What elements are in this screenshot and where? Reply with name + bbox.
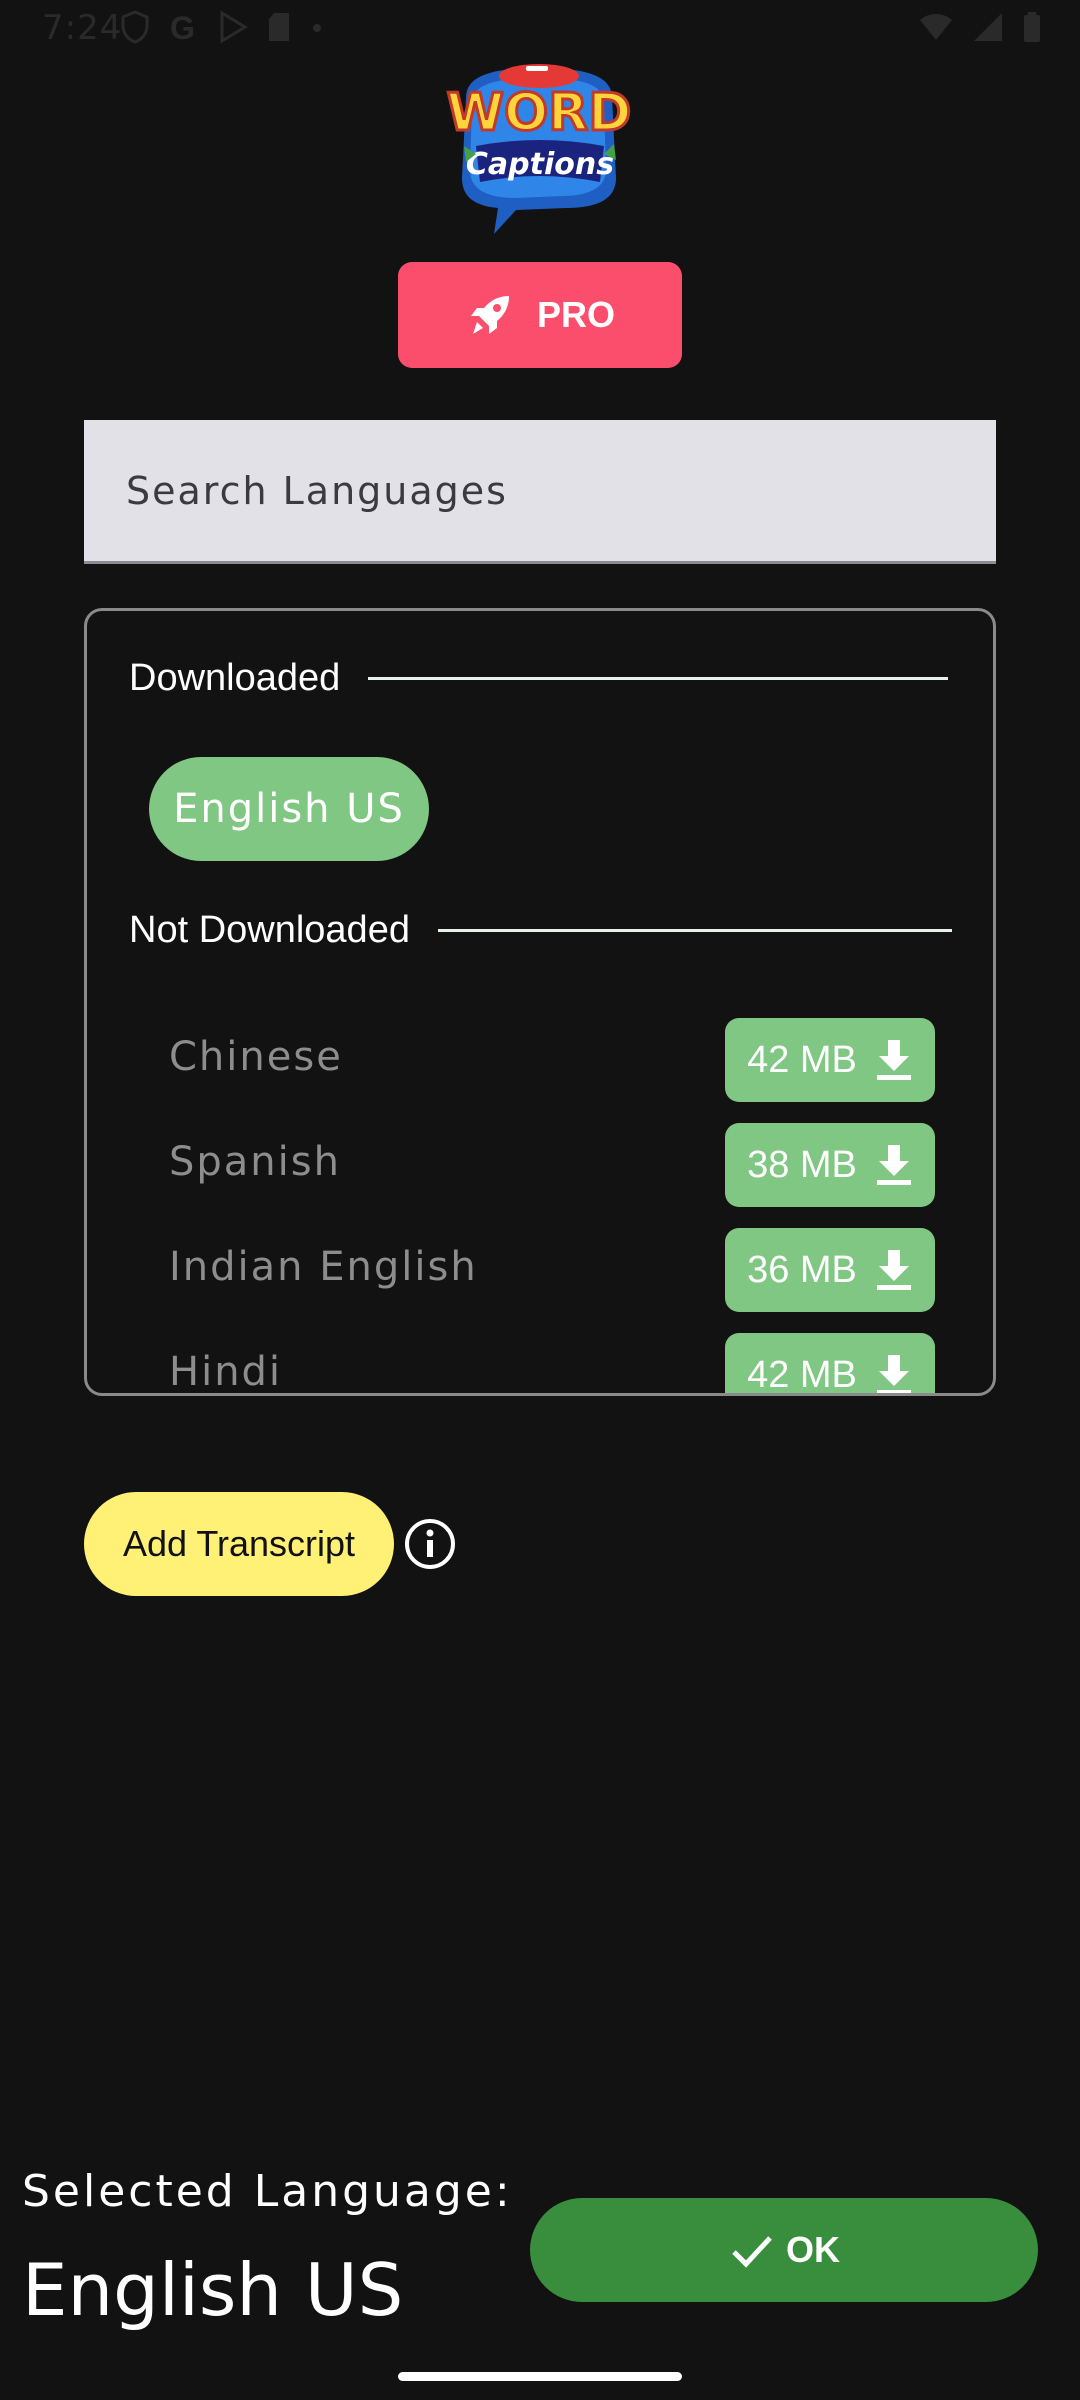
language-row-indian-english[interactable]: Indian English 36 MB bbox=[87, 1228, 993, 1312]
status-right-icons bbox=[918, 10, 1042, 44]
download-icon bbox=[876, 1250, 911, 1290]
not-downloaded-section-header: Not Downloaded bbox=[129, 909, 952, 952]
rocket-icon bbox=[470, 296, 509, 334]
download-button-spanish[interactable]: 38 MB bbox=[725, 1123, 935, 1207]
signal-icon bbox=[974, 13, 1002, 41]
check-icon bbox=[732, 2236, 772, 2268]
shield-icon bbox=[121, 10, 149, 44]
info-icon[interactable] bbox=[404, 1518, 456, 1570]
svg-text:Captions: Captions bbox=[466, 147, 614, 182]
download-size: 42 MB bbox=[747, 1038, 857, 1081]
language-name: Hindi bbox=[169, 1349, 283, 1395]
language-row-hindi[interactable]: Hindi 42 MB bbox=[87, 1333, 993, 1396]
not-downloaded-heading: Not Downloaded bbox=[129, 909, 410, 951]
language-row-chinese[interactable]: Chinese 42 MB bbox=[87, 1018, 993, 1102]
download-size: 36 MB bbox=[747, 1248, 857, 1291]
battery-icon bbox=[1024, 12, 1040, 42]
word-captions-logo: WORD Captions bbox=[436, 58, 642, 238]
status-time: 7:24 bbox=[42, 8, 123, 48]
ok-button[interactable]: OK bbox=[530, 2198, 1038, 2302]
add-transcript-button[interactable]: Add Transcript bbox=[84, 1492, 394, 1596]
download-size: 42 MB bbox=[747, 1353, 857, 1396]
language-name: Indian English bbox=[169, 1244, 478, 1290]
downloaded-section-header: Downloaded bbox=[129, 657, 949, 700]
status-left-icons: G bbox=[120, 10, 324, 44]
selected-language-label: Selected Language: bbox=[22, 2166, 513, 2217]
status-bar: 7:24 G bbox=[0, 0, 1080, 64]
ok-button-label: OK bbox=[786, 2229, 840, 2270]
download-icon bbox=[876, 1040, 911, 1080]
language-name: Spanish bbox=[169, 1139, 341, 1185]
download-size: 38 MB bbox=[747, 1143, 857, 1186]
sd-card-icon bbox=[269, 13, 289, 41]
section-divider bbox=[437, 929, 952, 932]
svg-text:G: G bbox=[170, 10, 195, 44]
dot-icon bbox=[313, 24, 321, 32]
pro-button[interactable]: PRO bbox=[398, 262, 682, 368]
downloaded-heading: Downloaded bbox=[129, 657, 341, 699]
download-button-indian-english[interactable]: 36 MB bbox=[725, 1228, 935, 1312]
search-languages-input[interactable] bbox=[84, 420, 996, 564]
download-icon bbox=[876, 1145, 911, 1185]
section-divider bbox=[368, 677, 949, 680]
download-icon bbox=[876, 1355, 911, 1393]
svg-text:WORD: WORD bbox=[447, 83, 632, 143]
pro-button-label: PRO bbox=[536, 294, 615, 335]
download-button-hindi[interactable]: 42 MB bbox=[725, 1333, 935, 1396]
language-name: Chinese bbox=[169, 1034, 343, 1080]
wifi-icon bbox=[920, 14, 952, 40]
language-list[interactable]: Downloaded English US Not Downloaded Chi… bbox=[84, 608, 996, 1396]
google-icon: G bbox=[170, 10, 195, 44]
download-button-chinese[interactable]: 42 MB bbox=[725, 1018, 935, 1102]
selected-language-value: English US bbox=[22, 2248, 404, 2332]
home-indicator[interactable] bbox=[398, 2372, 682, 2381]
play-store-icon bbox=[220, 10, 248, 44]
language-row-spanish[interactable]: Spanish 38 MB bbox=[87, 1123, 993, 1207]
language-chip-english-us[interactable]: English US bbox=[149, 757, 429, 861]
